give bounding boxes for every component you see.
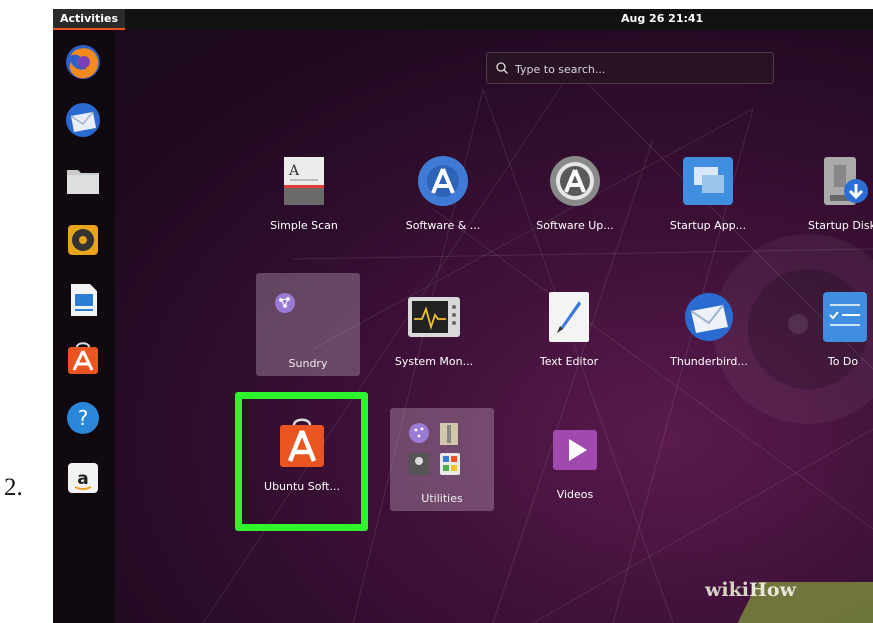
app-text-editor[interactable]: Text Editor [514, 281, 624, 391]
text-editor-icon [549, 292, 589, 342]
dock: ? a [53, 30, 115, 623]
software-updater-icon [550, 156, 600, 206]
clock[interactable]: Aug 26 21:41 [621, 9, 703, 29]
svg-text:a: a [77, 469, 88, 489]
utilities-preview-icon [409, 423, 460, 475]
app-label: System Mon... [394, 355, 474, 368]
app-label: Simple Scan [270, 219, 338, 232]
app-label: Startup App... [669, 219, 747, 232]
app-label: Startup Disk [808, 219, 873, 232]
app-videos[interactable]: Videos [520, 414, 630, 524]
system-monitor-icon [408, 297, 460, 337]
folder-utilities[interactable]: Utilities [390, 408, 494, 511]
folder-sundry[interactable]: Sundry [256, 273, 360, 376]
step-number: 2. [4, 474, 23, 501]
folder-label: Sundry [288, 357, 328, 370]
sundry-preview-icon [275, 293, 295, 313]
ubuntu-desktop-screen: Activities Aug 26 21:41 ? a Type to sear… [53, 9, 873, 623]
activities-button[interactable]: Activities [53, 9, 126, 30]
app-startup-disk[interactable]: Startup Disk [787, 145, 873, 255]
app-label: Videos [556, 488, 594, 501]
app-software-sources[interactable]: Software & ... [388, 145, 498, 255]
app-label: To Do [827, 355, 859, 368]
app-label: Software & ... [405, 219, 481, 232]
search-input[interactable] [513, 58, 767, 80]
todo-icon [823, 292, 867, 342]
search-icon [496, 62, 508, 74]
ubuntu-software-icon[interactable] [63, 338, 103, 378]
startup-applications-icon [683, 157, 733, 205]
app-label: Thunderbird... [670, 355, 748, 368]
rhythmbox-icon[interactable] [63, 220, 103, 260]
svg-text:?: ? [78, 406, 89, 430]
wikihow-watermark: wikiHow [705, 579, 796, 601]
software-properties-icon [418, 156, 468, 206]
libreoffice-writer-icon[interactable] [63, 280, 103, 320]
svg-text:A: A [288, 163, 300, 179]
app-software-updater[interactable]: Software Up... [520, 145, 630, 255]
amazon-icon[interactable]: a [63, 458, 103, 498]
thunderbird-app-icon [685, 293, 733, 341]
folder-label: Utilities [421, 492, 463, 505]
highlight-box [235, 392, 368, 531]
watermark-part1: wiki [705, 579, 749, 601]
app-label: Software Up... [536, 219, 614, 232]
videos-icon [553, 430, 597, 470]
help-icon[interactable]: ? [63, 398, 103, 438]
app-label: Text Editor [539, 355, 599, 368]
search-box[interactable] [486, 52, 774, 84]
simple-scan-icon: A [284, 157, 324, 205]
startup-disk-creator-icon [824, 157, 868, 205]
top-bar: Activities Aug 26 21:41 [53, 9, 873, 30]
app-startup-applications[interactable]: Startup App... [653, 145, 763, 255]
thunderbird-icon[interactable] [63, 100, 103, 140]
app-thunderbird[interactable]: Thunderbird... [654, 281, 764, 391]
app-system-monitor[interactable]: System Mon... [379, 281, 489, 391]
files-icon[interactable] [63, 160, 103, 200]
firefox-icon[interactable] [63, 42, 103, 82]
app-simple-scan[interactable]: A Simple Scan [249, 145, 359, 255]
app-todo[interactable]: To Do [788, 281, 873, 391]
watermark-part2: How [748, 579, 796, 601]
